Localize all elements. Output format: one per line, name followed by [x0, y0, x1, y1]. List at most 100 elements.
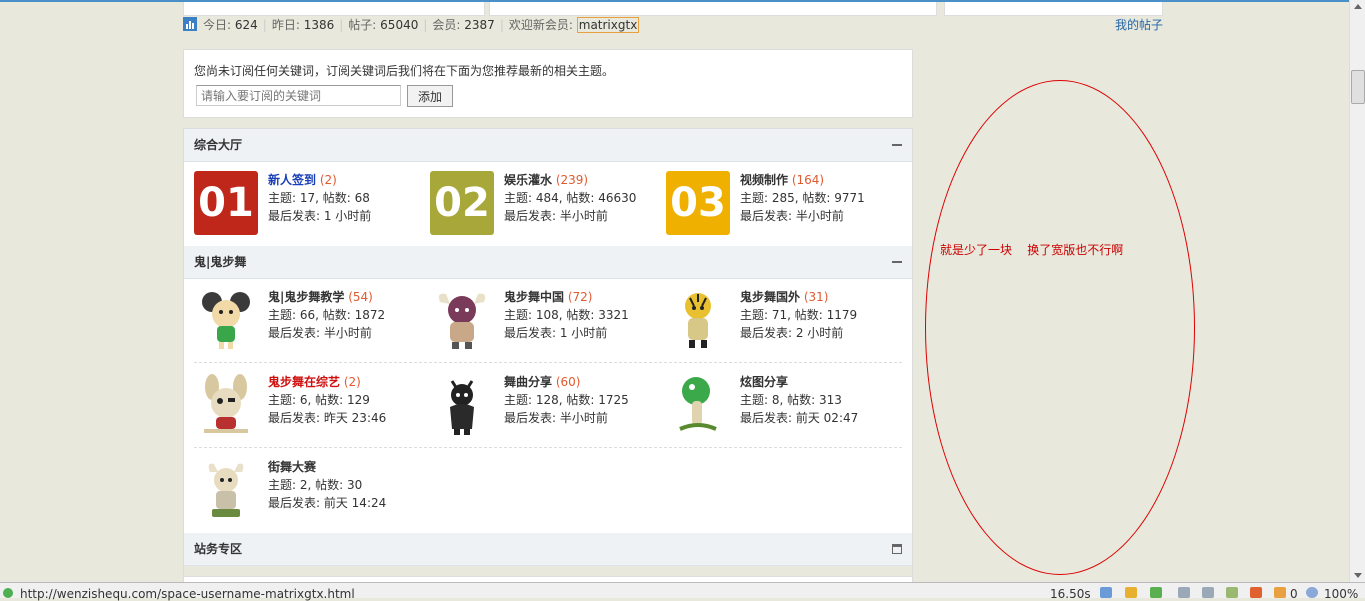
- keyword-input[interactable]: [196, 85, 401, 106]
- row-divider: [194, 447, 902, 448]
- forum-stats: 主题: 285, 帖数: 9771: [740, 191, 865, 205]
- expand-icon[interactable]: [892, 544, 902, 554]
- forum-name-link[interactable]: 舞曲分享: [504, 375, 552, 389]
- forum-name-link[interactable]: 娱乐灌水: [504, 173, 552, 187]
- stat-yesterday-label: 昨日:: [271, 18, 300, 32]
- collapse-icon[interactable]: [892, 144, 902, 146]
- forum-item: 鬼步舞国外 (31) 主题: 71, 帖数: 1179 最后发表: 2 小时前: [666, 288, 896, 358]
- popup-count: 0: [1290, 587, 1298, 601]
- today-count: (60): [555, 375, 581, 389]
- cartoon-tiger-icon[interactable]: [666, 288, 730, 352]
- cartoon-black-creature-icon[interactable]: [430, 373, 494, 437]
- forum-item: 鬼步舞在综艺 (2) 主题: 6, 帖数: 129 最后发表: 昨天 23:46: [194, 373, 424, 443]
- forum-last-post: 最后发表: 半小时前: [504, 411, 608, 425]
- settings-icon[interactable]: [1202, 587, 1214, 598]
- forum-name-link[interactable]: 鬼步舞国外: [740, 290, 800, 304]
- zoom-level[interactable]: 100%: [1324, 587, 1358, 601]
- forum-badge-icon[interactable]: 03: [666, 171, 730, 235]
- cartoon-mushroom-icon[interactable]: [666, 373, 730, 437]
- forum-last-post: 最后发表: 1 小时前: [504, 326, 608, 340]
- annotation-text: 就是少了一块 换了宽版也不行啊: [940, 243, 1124, 257]
- forum-stats: 主题: 71, 帖数: 1179: [740, 308, 858, 322]
- stat-today-label: 今日:: [203, 18, 232, 32]
- scroll-up-icon[interactable]: [1354, 4, 1362, 9]
- forum-item: 01 新人签到 (2) 主题: 17, 帖数: 68 最后发表: 1 小时前: [194, 171, 424, 241]
- section-title: 站务专区: [194, 542, 243, 556]
- scroll-down-icon[interactable]: [1354, 573, 1362, 578]
- user-icon[interactable]: [1125, 587, 1137, 598]
- cartoon-viking-icon[interactable]: [194, 458, 258, 522]
- rss-icon[interactable]: [1250, 587, 1262, 598]
- forum-name-link[interactable]: 炫图分享: [740, 375, 788, 389]
- forum-stats: 主题: 66, 帖数: 1872: [268, 308, 386, 322]
- forum-last-post: 最后发表: 1 小时前: [268, 209, 372, 223]
- forum-stats: 主题: 6, 帖数: 129: [268, 393, 370, 407]
- stat-members: 2387: [464, 18, 495, 32]
- popup-icon[interactable]: [1274, 587, 1286, 598]
- forum-last-post: 最后发表: 2 小时前: [740, 326, 844, 340]
- forum-item: 炫图分享 主题: 8, 帖数: 313 最后发表: 前天 02:47: [666, 373, 896, 443]
- forum-item: 鬼步舞中国 (72) 主题: 108, 帖数: 3321 最后发表: 1 小时前: [430, 288, 660, 358]
- forum-name-link[interactable]: 鬼步舞在综艺: [268, 375, 340, 389]
- forum-name-link[interactable]: 鬼|鬼步舞教学: [268, 290, 344, 304]
- forum-last-post: 最后发表: 昨天 23:46: [268, 411, 387, 425]
- status-url: http://wenzishequ.com/space-username-mat…: [20, 587, 355, 601]
- stat-members-label: 会员:: [432, 18, 461, 32]
- annotation-ellipse: [925, 80, 1195, 575]
- forum-stats: 主题: 17, 帖数: 68: [268, 191, 370, 205]
- forum-item: 鬼|鬼步舞教学 (54) 主题: 66, 帖数: 1872 最后发表: 半小时前: [194, 288, 424, 358]
- forum-badge-icon[interactable]: 02: [430, 171, 494, 235]
- load-time: 16.50s: [1050, 587, 1091, 601]
- forum-name-link[interactable]: 视频制作: [740, 173, 788, 187]
- forum-last-post: 最后发表: 前天 02:47: [740, 411, 859, 425]
- forum-stats: 主题: 484, 帖数: 46630: [504, 191, 637, 205]
- forum-list-panel: 综合大厅 01 新人签到 (2) 主题: 17, 帖数: 68 最后发表: 1 …: [183, 128, 913, 585]
- forum-last-post: 最后发表: 半小时前: [740, 209, 844, 223]
- collapse-icon[interactable]: [892, 261, 902, 263]
- zoom-icon[interactable]: [1306, 587, 1318, 598]
- today-count: (31): [803, 290, 829, 304]
- forum-stats: 主题: 8, 帖数: 313: [740, 393, 842, 407]
- forum-stats-bar: 今日: 624 | 昨日: 1386 | 帖子: 65040 | 会员: 2387 | 欢迎新会…: [183, 14, 640, 36]
- window-icon[interactable]: [1226, 587, 1238, 598]
- today-count: (164): [791, 173, 825, 187]
- welcome-label: 欢迎新会员:: [508, 18, 573, 32]
- download-icon[interactable]: [1150, 587, 1162, 598]
- forum-last-post: 最后发表: 半小时前: [268, 326, 372, 340]
- stat-today: 624: [234, 18, 258, 32]
- keyword-subscribe-panel: 您尚未订阅任何关键词，订阅关键词后我们将在下面为您推荐最新的相关主题。 添加: [183, 49, 913, 118]
- scrollbar-thumb[interactable]: [1351, 70, 1365, 104]
- forum-name-link[interactable]: 鬼步舞中国: [504, 290, 564, 304]
- today-count: (54): [348, 290, 373, 304]
- section-header-ghost-dance[interactable]: 鬼|鬼步舞: [184, 246, 912, 279]
- forum-item: 02 娱乐灌水 (239) 主题: 484, 帖数: 46630 最后发表: 半…: [430, 171, 660, 241]
- subscribe-message: 您尚未订阅任何关键词，订阅关键词后我们将在下面为您推荐最新的相关主题。: [194, 64, 615, 78]
- cartoon-horned-monster-icon[interactable]: [430, 288, 494, 352]
- section-header-general[interactable]: 综合大厅: [184, 129, 912, 162]
- cartoon-mouse-icon[interactable]: [194, 288, 258, 352]
- section-header-site-affairs[interactable]: 站务专区: [184, 533, 912, 566]
- forum-item: 舞曲分享 (60) 主题: 128, 帖数: 1725 最后发表: 半小时前: [430, 373, 660, 443]
- forum-stats: 主题: 2, 帖数: 30: [268, 478, 363, 492]
- cartoon-bunny-icon[interactable]: [194, 373, 258, 437]
- today-count: (2): [343, 375, 361, 389]
- speaker-icon[interactable]: [1178, 587, 1190, 598]
- stat-posts: 65040: [380, 18, 419, 32]
- stats-chart-icon: [183, 17, 197, 31]
- vertical-scrollbar[interactable]: [1349, 0, 1365, 582]
- forum-name-link[interactable]: 街舞大赛: [268, 460, 316, 474]
- my-threads-link[interactable]: 我的帖子: [1115, 14, 1163, 36]
- browser-statusbar: http://wenzishequ.com/space-username-mat…: [0, 582, 1365, 601]
- section-title: 鬼|鬼步舞: [194, 255, 247, 269]
- section-gap: [184, 566, 912, 576]
- new-member-link[interactable]: matrixgtx: [576, 17, 640, 33]
- today-count: (72): [567, 290, 593, 304]
- add-keyword-button[interactable]: 添加: [407, 85, 453, 107]
- edit-icon[interactable]: [1100, 587, 1112, 598]
- today-count: (2): [319, 173, 337, 187]
- forum-name-link[interactable]: 新人签到: [268, 173, 316, 187]
- forum-badge-icon[interactable]: 01: [194, 171, 258, 235]
- stat-posts-label: 帖子:: [348, 18, 377, 32]
- forum-item: 03 视频制作 (164) 主题: 285, 帖数: 9771 最后发表: 半小…: [666, 171, 896, 241]
- forum-stats: 主题: 128, 帖数: 1725: [504, 393, 629, 407]
